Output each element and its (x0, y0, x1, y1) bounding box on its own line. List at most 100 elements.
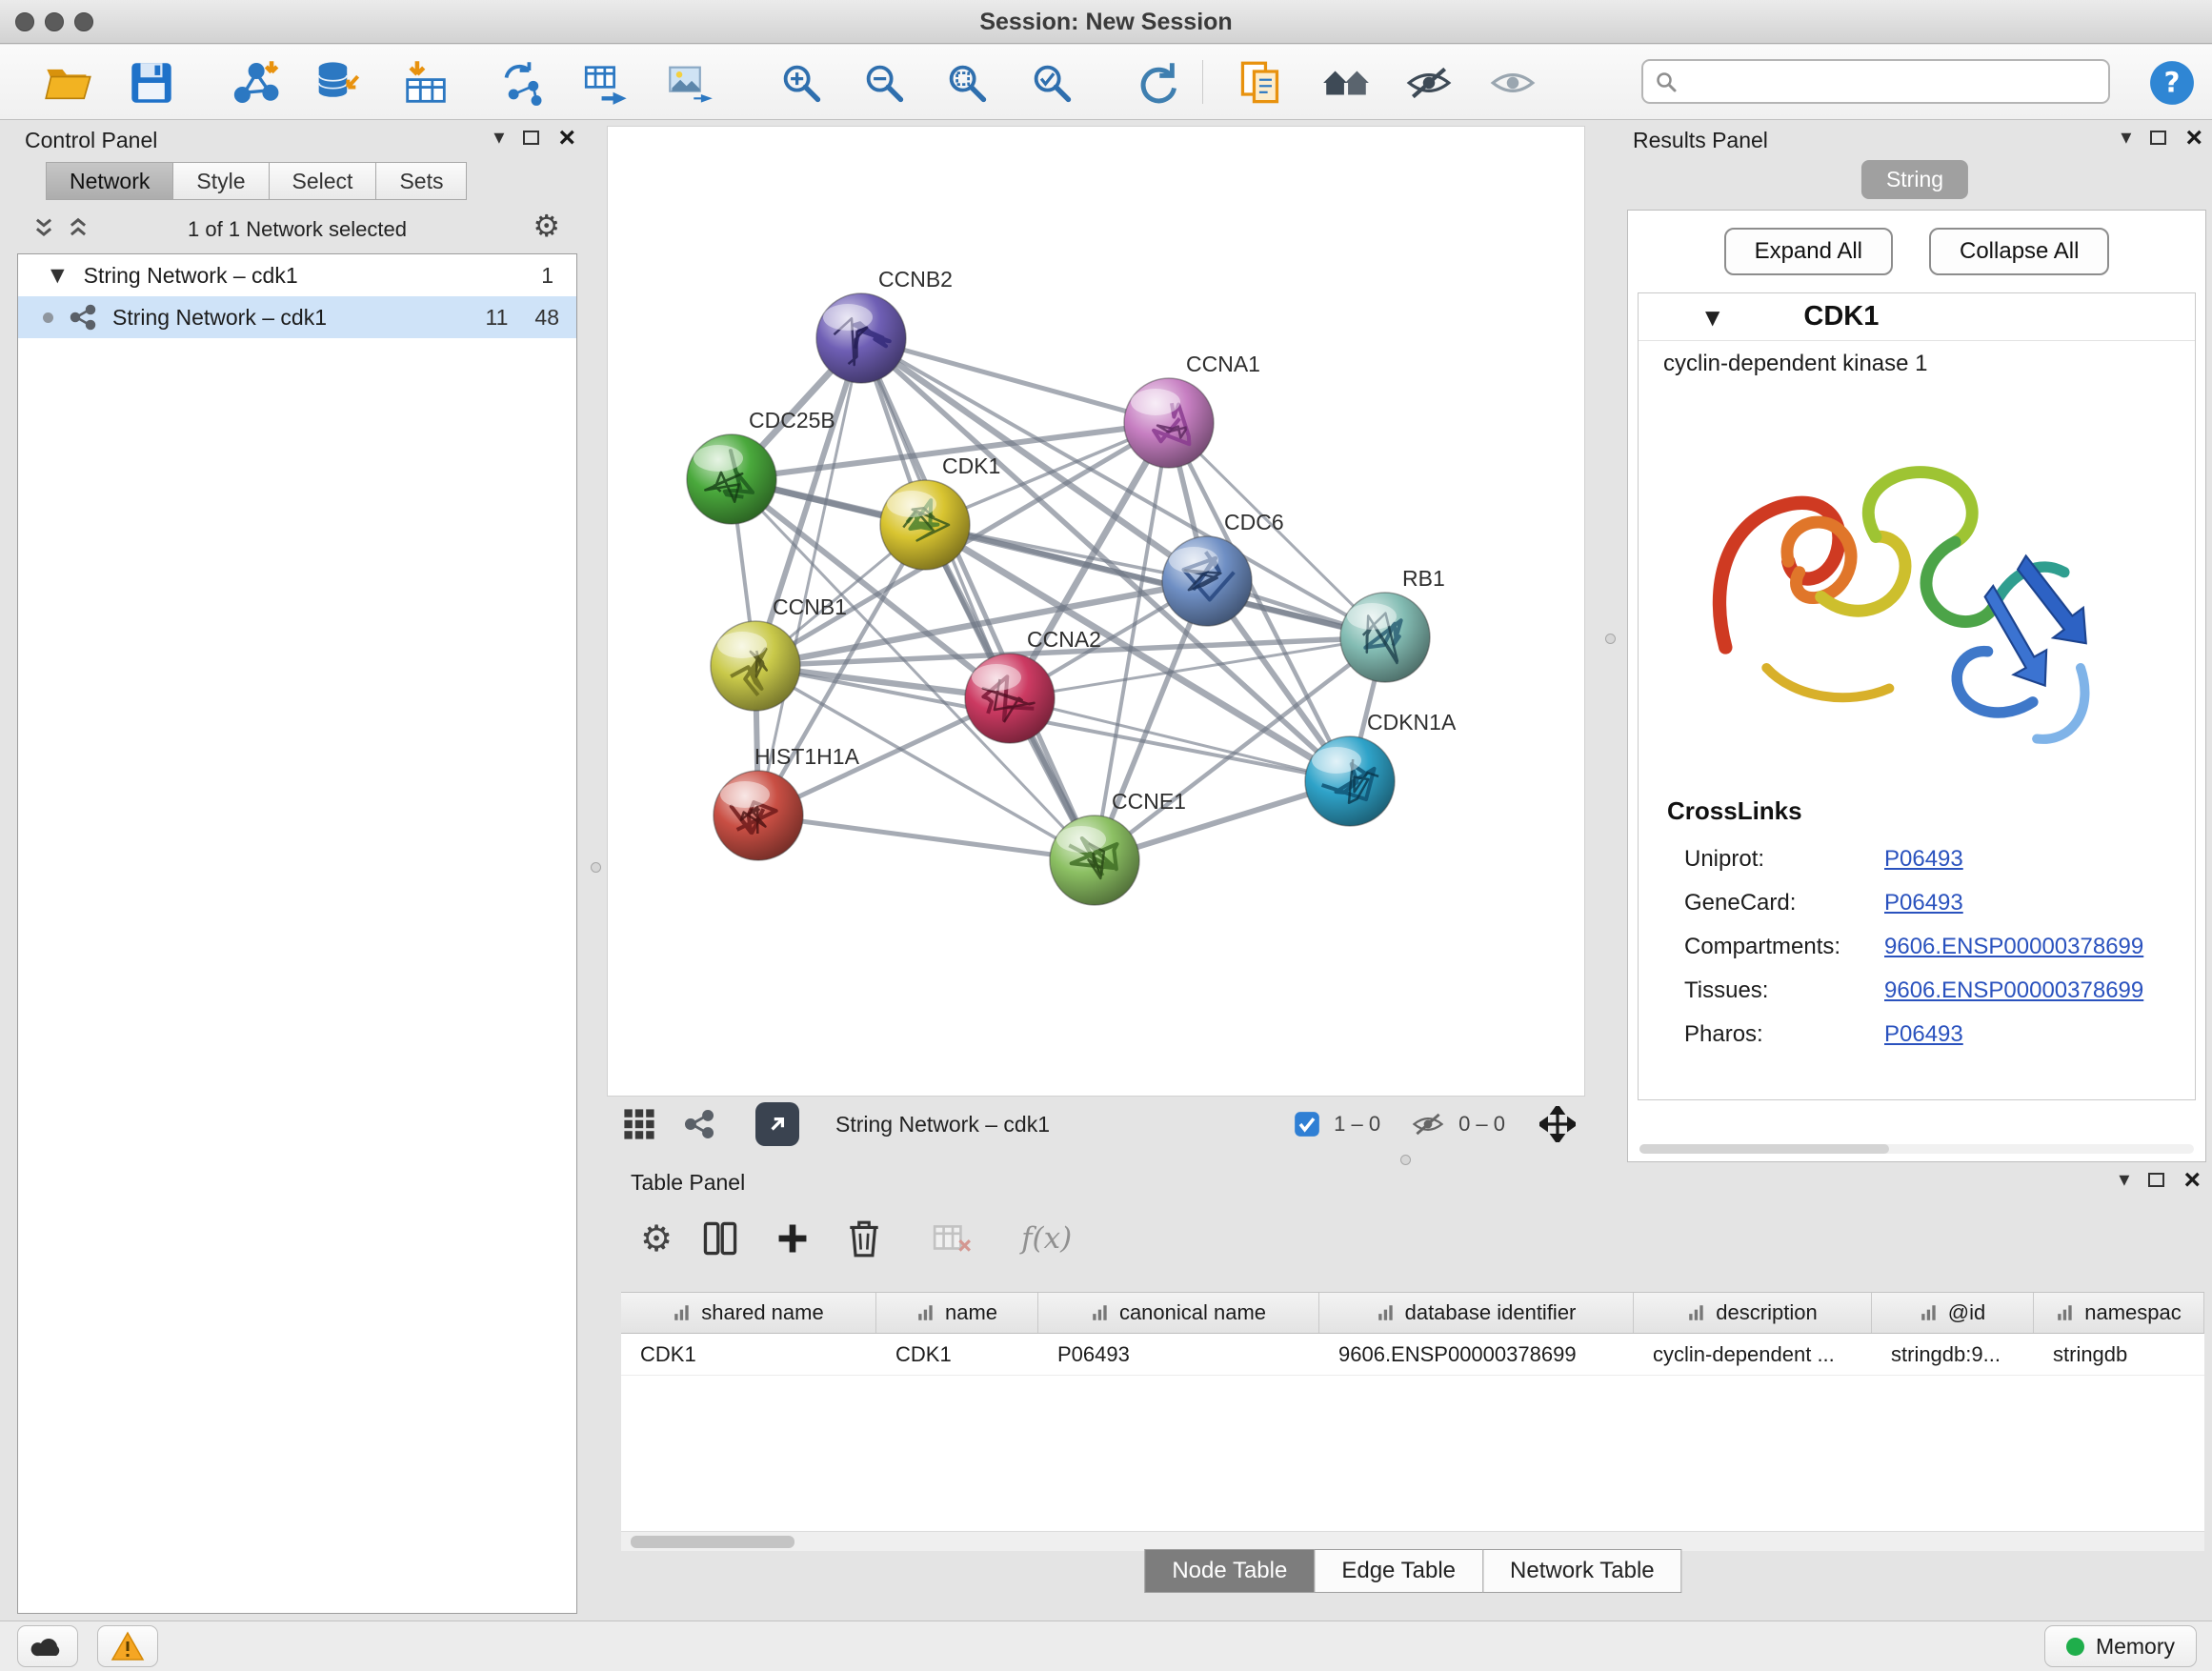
save-session-button[interactable] (125, 56, 178, 110)
network-collection-row[interactable]: ▼ String Network – cdk1 1 (18, 254, 576, 296)
search-input[interactable] (1687, 69, 2097, 95)
network-node-hist1h1a[interactable]: HIST1H1A (714, 744, 860, 860)
first-neighbors-button[interactable] (1319, 56, 1373, 110)
protein-section-header[interactable]: ▼ CDK1 (1639, 293, 2195, 341)
crosslink-value[interactable]: P06493 (1884, 890, 1963, 916)
warning-icon (111, 1631, 145, 1661)
detach-view-button[interactable] (755, 1102, 799, 1146)
clone-network-button[interactable] (497, 56, 551, 110)
column-header[interactable]: canonical name (1038, 1293, 1319, 1333)
table-options-gear-icon[interactable]: ⚙ (640, 1218, 673, 1259)
open-session-button[interactable] (42, 56, 95, 110)
grid-view-icon[interactable] (622, 1107, 656, 1141)
import-network-file-button[interactable] (229, 56, 282, 110)
column-header[interactable]: namespac (2034, 1293, 2204, 1333)
cytoscape-window: { "window": { "title": "Session: New Ses… (0, 0, 2212, 1671)
crosslink-value[interactable]: P06493 (1884, 1021, 1963, 1048)
panel-close-icon[interactable]: × (2185, 129, 2202, 148)
network-node-ccnb2[interactable]: CCNB2 (816, 267, 953, 383)
hidden-eye-slash-icon[interactable] (1411, 1109, 1445, 1139)
cloud-services-button[interactable] (17, 1625, 78, 1667)
zoom-fit-button[interactable] (940, 56, 994, 110)
right-splitter-handle[interactable] (1605, 634, 1616, 644)
panel-float-icon[interactable] (523, 131, 539, 145)
panel-close-icon[interactable]: × (558, 129, 575, 148)
network-edge[interactable] (758, 815, 1095, 860)
hide-selected-button[interactable] (1402, 56, 1456, 110)
results-horizontal-scrollbar[interactable] (1639, 1144, 2194, 1154)
function-builder-button[interactable]: f(x) (1021, 1221, 1072, 1256)
column-header[interactable]: database identifier (1319, 1293, 1634, 1333)
panel-float-icon[interactable] (2150, 131, 2166, 145)
memory-button[interactable]: Memory (2044, 1625, 2197, 1667)
expand-all-button[interactable]: Expand All (1724, 228, 1893, 275)
delete-column-button[interactable] (846, 1218, 882, 1258)
delete-table-button-disabled (932, 1219, 972, 1258)
collapse-triangle-icon[interactable]: ▼ (50, 265, 65, 286)
network-view-icon[interactable] (683, 1108, 715, 1140)
panel-close-icon[interactable]: × (2183, 1171, 2201, 1190)
zoom-out-button[interactable] (857, 56, 911, 110)
tab-edge-table[interactable]: Edge Table (1314, 1549, 1483, 1593)
zoom-selected-button[interactable] (1025, 56, 1078, 110)
string-tab-badge[interactable]: String (1861, 160, 1968, 199)
create-column-button[interactable] (774, 1219, 812, 1258)
help-button[interactable]: ? (2145, 56, 2199, 110)
window-title: Session: New Session (0, 9, 2212, 36)
column-header[interactable]: shared name (621, 1293, 876, 1333)
show-all-button[interactable] (1486, 56, 1539, 110)
table-horizontal-scrollbar[interactable] (621, 1532, 2204, 1551)
trash-icon (846, 1218, 882, 1258)
import-network-database-button[interactable] (311, 56, 364, 110)
tab-network-table[interactable]: Network Table (1482, 1549, 1682, 1593)
network-canvas[interactable]: CCNB2CCNA1CDC25BCDK1CDC6RB1CCNB1CCNA2CDK… (607, 126, 1585, 1097)
protein-structure-image (1679, 381, 2155, 791)
panel-float-icon[interactable] (2148, 1173, 2164, 1187)
export-image-button[interactable] (664, 56, 717, 110)
import-table-file-button[interactable] (399, 56, 452, 110)
network-node-rb1[interactable]: RB1 (1340, 566, 1445, 682)
search-box[interactable] (1641, 59, 2110, 104)
apply-layout-button[interactable] (1130, 56, 1183, 110)
network-node-cdkn1a[interactable]: CDKN1A (1305, 710, 1457, 826)
tab-node-table[interactable]: Node Table (1144, 1549, 1315, 1593)
network-node-cdk1[interactable]: CDK1 (880, 453, 1000, 570)
tab-style[interactable]: Style (172, 162, 269, 200)
panel-menu-icon[interactable]: ▾ (2121, 126, 2131, 150)
column-header[interactable]: name (876, 1293, 1038, 1333)
warnings-button[interactable] (97, 1625, 158, 1667)
column-header[interactable]: description (1634, 1293, 1872, 1333)
panel-menu-icon[interactable]: ▾ (493, 126, 504, 150)
export-table-button[interactable] (580, 56, 633, 110)
crosslink-value[interactable]: P06493 (1884, 846, 1963, 873)
panel-menu-icon[interactable]: ▾ (2119, 1168, 2129, 1192)
table-delete-icon (932, 1219, 972, 1258)
collapse-all-button[interactable]: Collapse All (1929, 228, 2109, 275)
network-node-ccna1[interactable]: CCNA1 (1124, 352, 1260, 468)
tab-sets[interactable]: Sets (375, 162, 467, 200)
eye-icon (1489, 60, 1537, 106)
column-header[interactable]: @id (1872, 1293, 2034, 1333)
import-database-icon (313, 59, 361, 107)
protein-name: CDK1 (1803, 301, 1879, 332)
network-graph[interactable]: CCNB2CCNA1CDC25BCDK1CDC6RB1CCNB1CCNA2CDK… (608, 127, 1584, 1096)
tab-network[interactable]: Network (46, 162, 173, 200)
zoom-in-button[interactable] (774, 56, 828, 110)
network-options-gear-icon[interactable]: ⚙ (533, 208, 560, 244)
column-header-label: database identifier (1405, 1300, 1577, 1325)
show-columns-button[interactable] (701, 1219, 739, 1258)
left-splitter-handle[interactable] (591, 862, 601, 873)
protein-section: ▼ CDK1 cyclin-dependent kinase 1 (1638, 292, 2196, 1100)
network-view-statusbar: String Network – cdk1 1 – 0 0 – 0 (607, 1097, 1585, 1151)
move-crosshair-icon[interactable] (1539, 1106, 1576, 1142)
crosslink-value[interactable]: 9606.ENSP00000378699 (1884, 977, 2143, 1004)
crosslink-value[interactable]: 9606.ENSP00000378699 (1884, 934, 2143, 960)
selected-checkbox-icon[interactable] (1294, 1111, 1320, 1137)
tab-select[interactable]: Select (269, 162, 377, 200)
network-row-selected[interactable]: String Network – cdk1 11 48 (18, 296, 576, 338)
results-panel-header: Results Panel ▾ × (1619, 122, 2210, 160)
collapse-triangle-icon[interactable]: ▼ (1705, 306, 1719, 329)
table-row[interactable]: CDK1CDK1P064939606.ENSP00000378699cyclin… (621, 1334, 2204, 1376)
table-header-row: shared namenamecanonical name database id… (621, 1292, 2204, 1334)
copy-style-button[interactable] (1234, 56, 1287, 110)
